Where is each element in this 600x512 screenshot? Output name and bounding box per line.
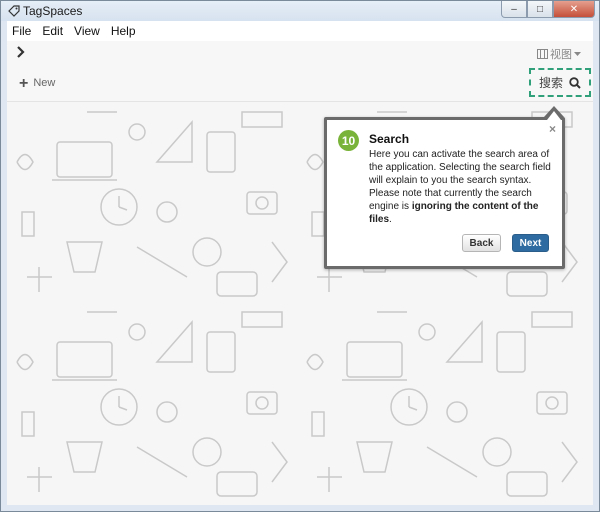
file-toolbar: + New 搜索 [7,65,593,102]
step-badge: 10 [338,130,359,151]
title-bar[interactable]: TagSpaces – □ ✕ [1,1,599,21]
menu-help[interactable]: Help [106,24,142,38]
next-button[interactable]: Next [512,234,549,252]
search-icon [569,76,581,89]
tour-popover: × 10 Search Here you can activate the se… [324,106,565,269]
plus-icon: + [19,74,29,92]
search-label: 搜索 [538,76,563,90]
chevron-right-icon[interactable] [16,45,26,59]
maximize-button[interactable]: □ [527,1,553,18]
tour-title: Search [369,132,410,146]
menu-bar: File Edit View Help [7,21,593,42]
view-mode-label: 视图 [550,49,572,61]
popover-arrow-inner [547,111,561,120]
new-file-button[interactable]: + New [19,74,56,92]
window-controls: – □ ✕ [501,1,595,18]
tag-icon [8,5,20,17]
menu-edit[interactable]: Edit [37,24,69,38]
menu-view[interactable]: View [69,24,106,38]
tour-description: Here you can activate the search area of… [369,148,553,226]
window-title: TagSpaces [23,4,83,18]
close-icon[interactable]: × [549,122,556,136]
caret-down-icon [574,51,581,56]
new-file-label: New [33,77,56,89]
search-button[interactable]: 搜索 [529,68,591,97]
menu-file[interactable]: File [7,24,37,38]
view-mode-button[interactable]: 视图 [537,46,581,62]
back-button[interactable]: Back [462,234,501,252]
minimize-button[interactable]: – [501,1,527,18]
view-grid-icon [537,49,548,59]
close-window-button[interactable]: ✕ [553,1,595,18]
app-window: TagSpaces – □ ✕ File Edit View Help 视图 +… [0,0,600,512]
top-toolbar: 视图 [7,41,593,65]
tour-body-end: . [389,214,392,225]
app-content: 视图 + New 搜索 × 10 Search Here you can act… [7,41,593,505]
